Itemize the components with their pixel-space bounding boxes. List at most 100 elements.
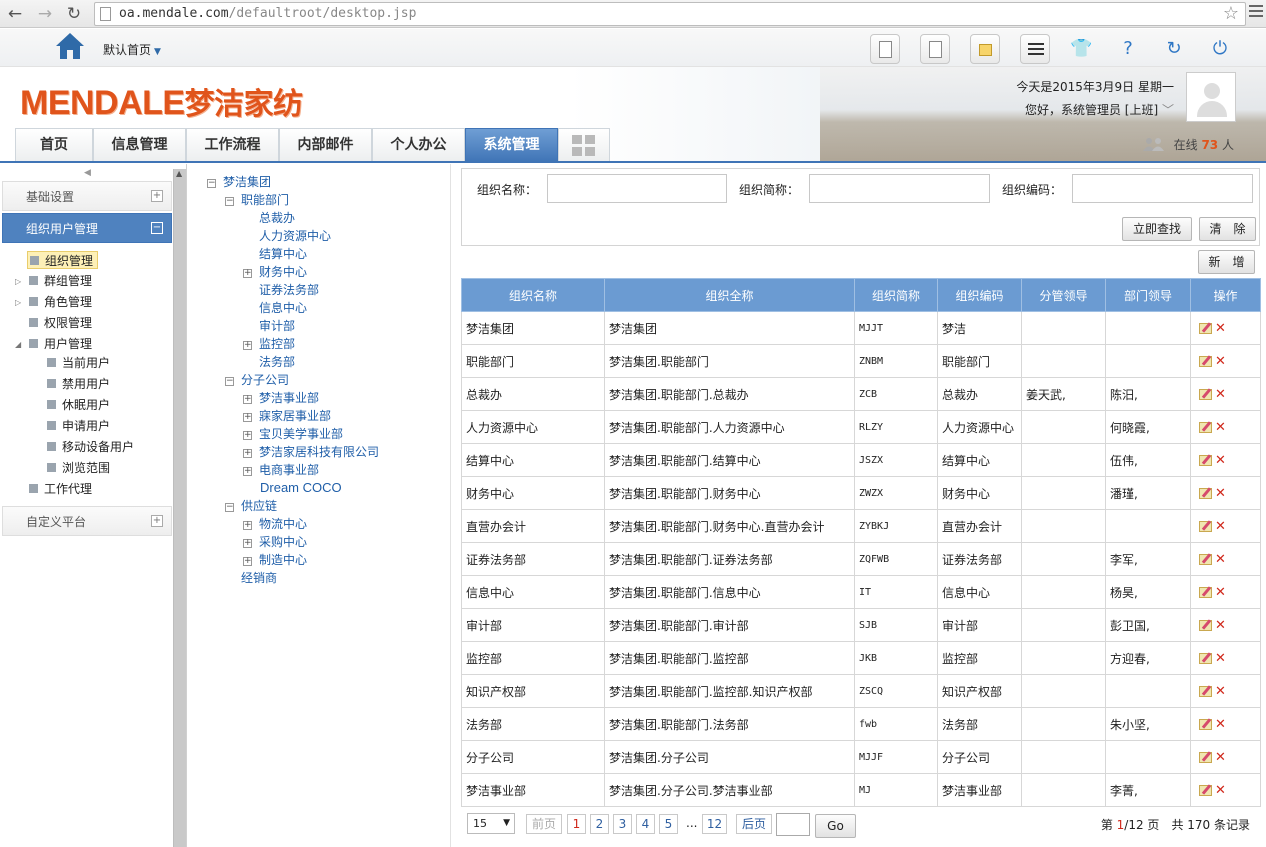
add-button[interactable]: 新 增 bbox=[1198, 250, 1255, 274]
org-code-input[interactable] bbox=[1072, 174, 1253, 203]
table-row[interactable]: 监控部 梦洁集团.职能部门.监控部 JKB 监控部 方迎春, ✕ bbox=[461, 641, 1261, 675]
menu-group-org-user[interactable]: 组织用户管理 − bbox=[2, 213, 172, 243]
edit-icon[interactable] bbox=[1199, 487, 1212, 499]
edit-icon[interactable] bbox=[1199, 520, 1212, 532]
menu-group-custom[interactable]: 自定义平台 + bbox=[2, 506, 172, 536]
expand-triangle-icon[interactable]: ▷ bbox=[15, 277, 21, 286]
document-tool-button[interactable] bbox=[920, 34, 950, 64]
edit-icon[interactable] bbox=[1199, 784, 1212, 796]
page-4-button[interactable]: 4 bbox=[636, 814, 655, 834]
page-1-button[interactable]: 1 bbox=[567, 814, 586, 834]
reload-icon[interactable]: ↻ bbox=[63, 3, 85, 25]
bookmark-star-icon[interactable]: ☆ bbox=[1223, 3, 1239, 24]
delete-icon[interactable]: ✕ bbox=[1215, 354, 1226, 369]
table-row[interactable]: 证券法务部 梦洁集团.职能部门.证券法务部 ZQFWB 证券法务部 李军, ✕ bbox=[461, 542, 1261, 576]
delete-icon[interactable]: ✕ bbox=[1215, 651, 1226, 666]
clear-button[interactable]: 清 除 bbox=[1199, 217, 1256, 241]
menu-org-management[interactable]: 组织管理 bbox=[27, 251, 99, 269]
avatar[interactable] bbox=[1186, 72, 1236, 122]
collapse-triangle-icon[interactable]: ◢ bbox=[15, 340, 21, 349]
page-2-button[interactable]: 2 bbox=[590, 814, 609, 834]
edit-icon[interactable] bbox=[1199, 751, 1212, 763]
delete-icon[interactable]: ✕ bbox=[1215, 519, 1226, 534]
tree-node[interactable]: Dream COCO bbox=[260, 479, 342, 497]
tab-info-management[interactable]: 信息管理 bbox=[93, 128, 186, 162]
page-size-select[interactable]: 15 ▼ bbox=[467, 813, 515, 834]
menu-browse-scope[interactable]: 浏览范围 bbox=[47, 459, 110, 477]
table-row[interactable]: 职能部门 梦洁集团.职能部门 ZNBM 职能部门 ✕ bbox=[461, 344, 1261, 378]
greeting-text[interactable]: 您好，系统管理员 [上班] ﹀ bbox=[1025, 101, 1174, 118]
delete-icon[interactable]: ✕ bbox=[1215, 486, 1226, 501]
delete-icon[interactable]: ✕ bbox=[1215, 717, 1226, 732]
power-icon[interactable]: ⏻ bbox=[1209, 38, 1231, 60]
tree-node[interactable]: + 物流中心 bbox=[243, 515, 307, 533]
tab-internal-mail[interactable]: 内部邮件 bbox=[279, 128, 372, 162]
org-short-input[interactable] bbox=[809, 174, 990, 203]
menu-current-users[interactable]: 当前用户 bbox=[47, 354, 110, 372]
menu-disabled-users[interactable]: 禁用用户 bbox=[47, 375, 110, 393]
tree-node[interactable]: 信息中心 bbox=[259, 299, 307, 317]
refresh-icon[interactable]: ↻ bbox=[1163, 38, 1185, 60]
expand-plus-icon[interactable]: + bbox=[151, 190, 163, 202]
tree-node[interactable]: 总裁办 bbox=[259, 209, 295, 227]
expand-plus-icon[interactable]: + bbox=[151, 515, 163, 527]
edit-icon[interactable] bbox=[1199, 685, 1212, 697]
edit-icon[interactable] bbox=[1199, 586, 1212, 598]
delete-icon[interactable]: ✕ bbox=[1215, 387, 1226, 402]
tree-node[interactable]: + 梦洁家居科技有限公司 bbox=[243, 443, 379, 461]
page-5-button[interactable]: 5 bbox=[659, 814, 678, 834]
delete-icon[interactable]: ✕ bbox=[1215, 783, 1226, 798]
page-jump-input[interactable] bbox=[776, 813, 810, 836]
home-icon[interactable] bbox=[55, 32, 85, 60]
edit-icon[interactable] bbox=[1199, 553, 1212, 565]
tree-node-root[interactable]: − 梦洁集团 bbox=[207, 173, 271, 191]
tree-node[interactable]: 审计部 bbox=[259, 317, 295, 335]
tree-node[interactable]: + 电商事业部 bbox=[243, 461, 319, 479]
table-row[interactable]: 知识产权部 梦洁集团.职能部门.监控部.知识产权部 ZSCQ 知识产权部 ✕ bbox=[461, 674, 1261, 708]
tree-node[interactable]: + 采购中心 bbox=[243, 533, 307, 551]
delete-icon[interactable]: ✕ bbox=[1215, 420, 1226, 435]
delete-icon[interactable]: ✕ bbox=[1215, 321, 1226, 336]
collapse-left-icon[interactable]: ◀ bbox=[84, 168, 91, 178]
table-row[interactable]: 分子公司 梦洁集团.分子公司 MJJF 分子公司 ✕ bbox=[461, 740, 1261, 774]
table-row[interactable]: 法务部 梦洁集团.职能部门.法务部 fwb 法务部 朱小坚, ✕ bbox=[461, 707, 1261, 741]
tree-node[interactable]: 人力资源中心 bbox=[259, 227, 331, 245]
help-icon[interactable]: ? bbox=[1117, 38, 1139, 60]
org-name-input[interactable] bbox=[547, 174, 727, 203]
tree-node[interactable]: + 监控部 bbox=[243, 335, 295, 353]
delete-icon[interactable]: ✕ bbox=[1215, 750, 1226, 765]
note-tool-button[interactable] bbox=[870, 34, 900, 64]
table-row[interactable]: 总裁办 梦洁集团.职能部门.总裁办 ZCB 总裁办 姜天武, 陈汨, ✕ bbox=[461, 377, 1261, 411]
prev-page-button[interactable]: 前页 bbox=[526, 814, 562, 834]
delete-icon[interactable]: ✕ bbox=[1215, 585, 1226, 600]
expand-triangle-icon[interactable]: ▷ bbox=[15, 298, 21, 307]
tree-node[interactable]: − 职能部门 bbox=[225, 191, 289, 209]
table-row[interactable]: 直营办会计 梦洁集团.职能部门.财务中心.直营办会计 ZYBKJ 直营办会计 ✕ bbox=[461, 509, 1261, 543]
menu-group-basic[interactable]: 基础设置 + bbox=[2, 181, 172, 211]
tree-node[interactable]: 证券法务部 bbox=[259, 281, 319, 299]
table-row[interactable]: 梦洁集团 梦洁集团 MJJT 梦洁 ✕ bbox=[461, 311, 1261, 345]
edit-icon[interactable] bbox=[1199, 619, 1212, 631]
search-button[interactable]: 立即查找 bbox=[1122, 217, 1192, 241]
table-row[interactable]: 信息中心 梦洁集团.职能部门.信息中心 IT 信息中心 杨昊, ✕ bbox=[461, 575, 1261, 609]
default-home-menu[interactable]: 默认首页 ▼ bbox=[103, 41, 161, 58]
left-scrollbar[interactable]: ▲ bbox=[173, 169, 186, 847]
menu-mobile-users[interactable]: 移动设备用户 bbox=[47, 438, 134, 456]
list-tool-button[interactable] bbox=[1020, 34, 1050, 64]
delete-icon[interactable]: ✕ bbox=[1215, 684, 1226, 699]
tab-personal-office[interactable]: 个人办公 bbox=[372, 128, 465, 162]
table-row[interactable]: 人力资源中心 梦洁集团.职能部门.人力资源中心 RLZY 人力资源中心 何晓霞, ✕ bbox=[461, 410, 1261, 444]
tree-node[interactable]: + 梦洁事业部 bbox=[243, 389, 319, 407]
table-row[interactable]: 财务中心 梦洁集团.职能部门.财务中心 ZWZX 财务中心 潘瑾, ✕ bbox=[461, 476, 1261, 510]
edit-icon[interactable] bbox=[1199, 718, 1212, 730]
delete-icon[interactable]: ✕ bbox=[1215, 618, 1226, 633]
menu-group-management[interactable]: 群组管理 bbox=[29, 272, 92, 290]
edit-icon[interactable] bbox=[1199, 652, 1212, 664]
tree-node[interactable]: + 宝贝美学事业部 bbox=[243, 425, 343, 443]
tree-node[interactable]: 经销商 bbox=[241, 569, 277, 587]
edit-icon[interactable] bbox=[1199, 454, 1212, 466]
menu-applicant-users[interactable]: 申请用户 bbox=[47, 417, 110, 435]
tab-system-management[interactable]: 系统管理 bbox=[465, 128, 558, 162]
go-button[interactable]: Go bbox=[815, 814, 856, 838]
page-3-button[interactable]: 3 bbox=[613, 814, 632, 834]
